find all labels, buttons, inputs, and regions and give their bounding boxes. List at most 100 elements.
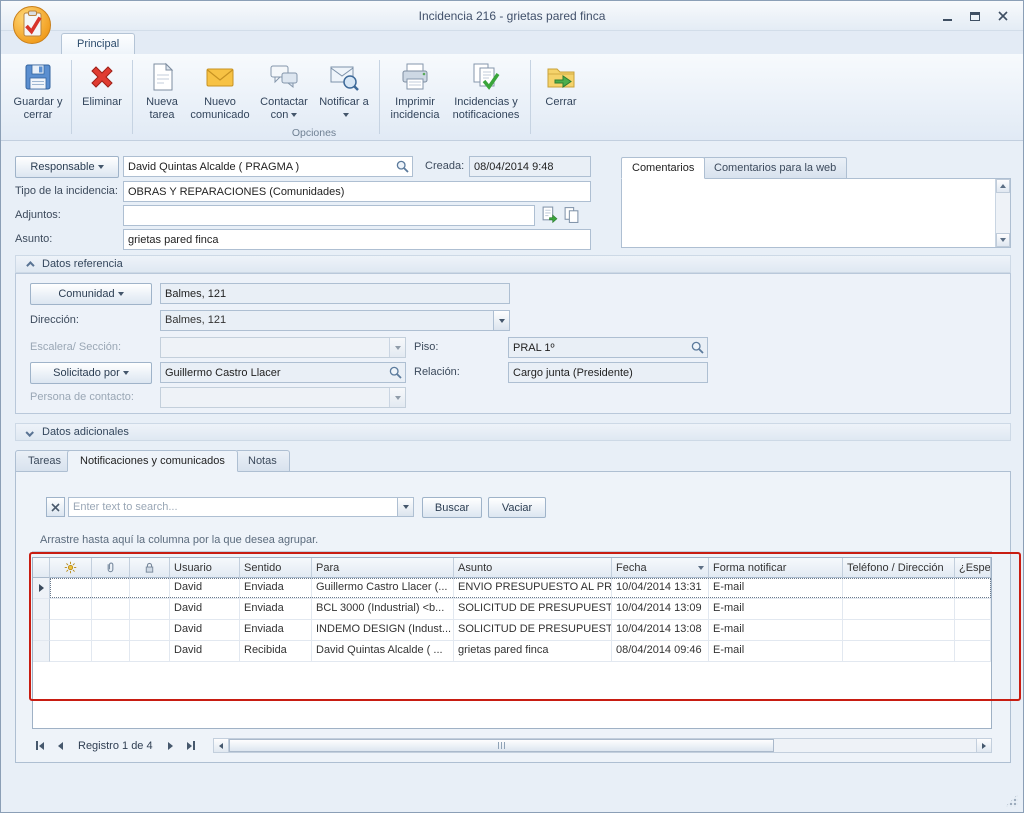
tab-comentarios-web[interactable]: Comentarios para la web — [703, 157, 847, 179]
adjuntos-label: Adjuntos: — [15, 209, 61, 221]
direccion-combo[interactable]: Balmes, 121 — [160, 310, 510, 331]
tab-comentarios[interactable]: Comentarios — [621, 157, 705, 179]
dropdown-arrow-icon — [291, 113, 297, 117]
imprimir-incidencia-button[interactable]: Imprimir incidencia — [384, 57, 446, 123]
asunto-input[interactable] — [123, 229, 591, 250]
comunidad-input[interactable] — [160, 283, 510, 304]
scrollbar-track[interactable] — [229, 739, 976, 752]
search-input[interactable] — [69, 498, 397, 516]
dropdown-arrow-icon — [118, 292, 124, 296]
solicitado-input[interactable] — [160, 362, 406, 383]
cerrar-label: Cerrar — [545, 96, 576, 109]
relacion-input[interactable] — [508, 362, 708, 383]
column-header-espera[interactable]: ¿Espe... — [955, 558, 991, 578]
ribbon-toolbar: Guardar y cerrar Eliminar Nueva tarea Nu… — [1, 54, 1023, 141]
cell-attachment — [92, 578, 130, 599]
minimize-button[interactable] — [937, 8, 957, 24]
arrow-left-icon — [39, 742, 44, 750]
section-title: Datos referencia — [42, 258, 123, 270]
comentarios-textarea[interactable] — [621, 178, 1011, 248]
sun-icon — [64, 561, 77, 574]
group-by-panel[interactable]: Arrastre hasta aquí la columna por la qu… — [32, 528, 992, 552]
scroll-up-button[interactable] — [996, 179, 1010, 193]
table-row[interactable]: David Recibida David Quintas Alcalde ( .… — [33, 641, 991, 662]
incidencias-notificaciones-button[interactable]: Incidencias y notificaciones — [446, 57, 526, 123]
scroll-left-button[interactable] — [214, 739, 229, 752]
adjuntos-input[interactable] — [123, 205, 535, 226]
column-header-fecha[interactable]: Fecha — [612, 558, 709, 578]
column-header-sentido[interactable]: Sentido — [240, 558, 312, 578]
cell-fecha: 10/04/2014 13:31 — [612, 578, 709, 599]
contactar-con-button[interactable]: Contactar con — [253, 57, 315, 123]
magnifier-icon[interactable] — [389, 366, 402, 379]
horizontal-scrollbar[interactable] — [213, 738, 992, 753]
escalera-label: Escalera/ Sección: — [30, 341, 121, 353]
combo-dropdown-button[interactable] — [493, 311, 509, 330]
solicitado-por-button[interactable]: Solicitado por — [30, 362, 152, 384]
close-button[interactable] — [993, 8, 1013, 24]
vertical-scrollbar[interactable] — [995, 179, 1010, 247]
resize-grip[interactable] — [1005, 794, 1018, 807]
cell-asunto: ENVIO PRESUPUESTO AL PR... — [454, 578, 612, 599]
add-attachment-button[interactable] — [541, 206, 559, 224]
column-header-usuario[interactable]: Usuario — [170, 558, 240, 578]
next-record-button[interactable] — [163, 738, 179, 753]
scroll-down-button[interactable] — [996, 233, 1010, 247]
tipo-input[interactable] — [123, 181, 591, 202]
column-header-telefono[interactable]: Teléfono / Dirección — [843, 558, 955, 578]
responsable-button[interactable]: Responsable — [15, 156, 119, 178]
table-row[interactable]: David Enviada INDEMO DESIGN (Indust... S… — [33, 620, 991, 641]
responsable-input[interactable] — [123, 156, 413, 177]
tab-principal[interactable]: Principal — [61, 33, 135, 54]
cell-asunto: SOLICITUD DE PRESUPUESTO — [454, 599, 612, 620]
tab-tareas[interactable]: Tareas — [15, 450, 74, 472]
cerrar-button[interactable]: Cerrar — [535, 57, 587, 111]
section-datos-adicionales[interactable]: Datos adicionales — [15, 423, 1011, 441]
nuevo-comunicado-button[interactable]: Nuevo comunicado — [187, 57, 253, 123]
column-header-asunto[interactable]: Asunto — [454, 558, 612, 578]
search-dropdown-button[interactable] — [397, 498, 413, 516]
first-record-button[interactable] — [32, 738, 48, 753]
column-header-para[interactable]: Para — [312, 558, 454, 578]
cell-usuario: David — [170, 599, 240, 620]
cell-espera — [955, 599, 991, 620]
cell-forma: E-mail — [709, 620, 843, 641]
scroll-right-button[interactable] — [976, 739, 991, 752]
piso-label: Piso: — [414, 341, 438, 353]
row-indicator — [33, 620, 50, 641]
notify-search-icon — [328, 61, 360, 93]
notificar-a-button[interactable]: Notificar a — [315, 57, 373, 123]
nueva-tarea-button[interactable]: Nueva tarea — [137, 57, 187, 123]
table-row[interactable]: David Enviada Guillermo Castro Llacer (.… — [33, 578, 991, 599]
table-row[interactable]: David Enviada BCL 3000 (Industrial) <b..… — [33, 599, 991, 620]
clear-search-button[interactable] — [46, 497, 65, 517]
documents-check-icon — [470, 61, 502, 93]
cell-telefono — [843, 578, 955, 599]
guardar-cerrar-button[interactable]: Guardar y cerrar — [9, 57, 67, 123]
vaciar-button[interactable]: Vaciar — [488, 497, 546, 518]
creada-input[interactable] — [469, 156, 591, 177]
scrollbar-thumb[interactable] — [229, 739, 775, 752]
group-by-hint: Arrastre hasta aquí la columna por la qu… — [40, 534, 318, 546]
tab-notas[interactable]: Notas — [235, 450, 290, 472]
last-record-button[interactable] — [183, 738, 199, 753]
notificaciones-grid: Usuario Sentido Para Asunto Fecha Forma … — [32, 557, 992, 729]
section-datos-referencia[interactable]: Datos referencia — [15, 255, 1011, 273]
copy-attachment-button[interactable] — [563, 206, 581, 224]
restore-button[interactable] — [965, 8, 985, 24]
magnifier-icon[interactable] — [691, 341, 704, 354]
column-header-forma[interactable]: Forma notificar — [709, 558, 843, 578]
column-header-lock[interactable] — [130, 558, 170, 578]
piso-input[interactable] — [508, 337, 708, 358]
column-header-attachment[interactable] — [92, 558, 130, 578]
magnifier-icon[interactable] — [396, 160, 409, 173]
buscar-button[interactable]: Buscar — [422, 497, 482, 518]
cell-espera — [955, 641, 991, 662]
titlebar[interactable]: Incidencia 216 - grietas pared finca — [1, 1, 1023, 31]
dropdown-arrow-icon — [395, 396, 401, 400]
tab-notificaciones[interactable]: Notificaciones y comunicados — [67, 450, 238, 472]
column-header-priority[interactable] — [50, 558, 92, 578]
comunidad-button[interactable]: Comunidad — [30, 283, 152, 305]
prev-record-button[interactable] — [52, 738, 68, 753]
eliminar-button[interactable]: Eliminar — [76, 57, 128, 111]
